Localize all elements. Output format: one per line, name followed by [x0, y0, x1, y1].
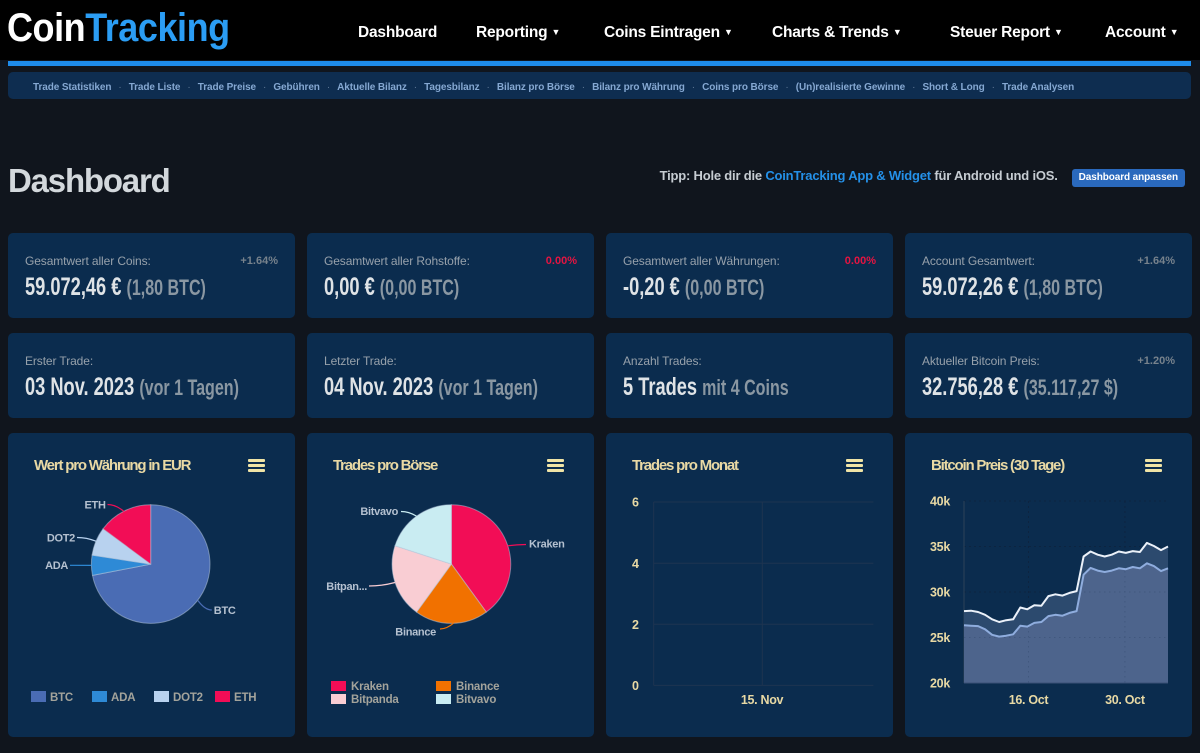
svg-text:DOT2: DOT2: [47, 532, 75, 544]
svg-text:Bitpan...: Bitpan...: [326, 581, 367, 593]
svg-text:35k: 35k: [930, 540, 950, 554]
svg-text:ADA: ADA: [111, 692, 135, 704]
svg-text:6: 6: [632, 496, 639, 510]
svg-text:Bitvavo: Bitvavo: [360, 506, 398, 518]
svg-text:ADA: ADA: [45, 560, 68, 572]
svg-text:30k: 30k: [930, 586, 950, 600]
svg-text:30. Oct: 30. Oct: [1105, 693, 1146, 707]
svg-text:4: 4: [632, 557, 639, 571]
svg-text:BTC: BTC: [214, 605, 236, 617]
svg-text:25k: 25k: [930, 631, 950, 645]
svg-text:40k: 40k: [930, 495, 950, 509]
svg-text:DOT2: DOT2: [173, 692, 203, 704]
svg-text:20k: 20k: [930, 677, 950, 691]
svg-text:15. Nov: 15. Nov: [741, 693, 784, 707]
svg-text:ETH: ETH: [84, 499, 105, 511]
svg-text:Binance: Binance: [456, 681, 499, 693]
svg-text:Kraken: Kraken: [351, 681, 389, 693]
svg-text:0: 0: [632, 679, 639, 693]
svg-text:BTC: BTC: [50, 692, 73, 704]
svg-text:ETH: ETH: [234, 692, 256, 704]
svg-text:Bitvavo: Bitvavo: [456, 694, 496, 706]
svg-text:Kraken: Kraken: [529, 539, 565, 551]
svg-text:2: 2: [632, 618, 639, 632]
svg-text:Binance: Binance: [395, 627, 436, 639]
svg-text:16. Oct: 16. Oct: [1009, 693, 1050, 707]
svg-text:Bitpanda: Bitpanda: [351, 694, 399, 706]
